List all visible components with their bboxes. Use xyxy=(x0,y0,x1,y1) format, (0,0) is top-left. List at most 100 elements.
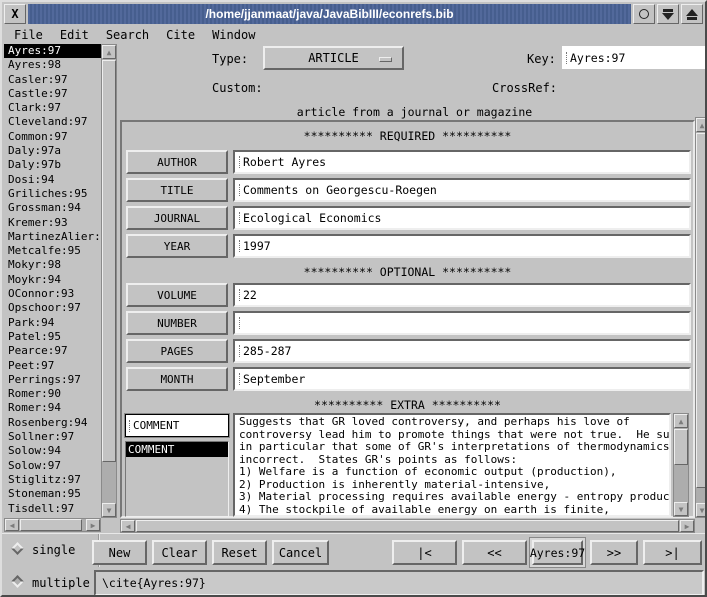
reference-list-item[interactable]: Solow:97 xyxy=(4,459,101,473)
form-hscrollbar-thumb[interactable] xyxy=(136,520,679,532)
journal-field-label[interactable]: JOURNAL xyxy=(126,206,228,230)
type-label: Type: xyxy=(212,52,248,66)
reference-list-item[interactable]: Park:94 xyxy=(4,316,101,330)
scroll-down-icon[interactable]: ▼ xyxy=(696,503,707,517)
scroll-up-icon[interactable]: ▲ xyxy=(674,414,688,428)
new-button[interactable]: New xyxy=(92,540,147,565)
reference-list-item[interactable]: Solow:94 xyxy=(4,444,101,458)
reference-list-item[interactable]: Castle:97 xyxy=(4,87,101,101)
extra-field-combo-input[interactable]: COMMENT xyxy=(125,414,229,437)
reference-list-item[interactable]: Casler:97 xyxy=(4,73,101,87)
reference-list-item[interactable]: OConnor:93 xyxy=(4,287,101,301)
reference-list-item[interactable]: Romer:94 xyxy=(4,401,101,415)
scroll-up-icon[interactable]: ▲ xyxy=(696,118,707,132)
reference-list-item[interactable]: Clark:97 xyxy=(4,101,101,115)
form-horizontal-scrollbar[interactable]: ◀ ▶ xyxy=(120,519,695,533)
scroll-up-icon[interactable]: ▲ xyxy=(102,45,116,59)
reference-list-item[interactable]: Romer:90 xyxy=(4,387,101,401)
pages-input[interactable]: 285-287 xyxy=(233,339,691,363)
reference-list-item[interactable]: Kremer:93 xyxy=(4,216,101,230)
reference-list-item[interactable]: Stiglitz:97 xyxy=(4,473,101,487)
nav-first-button[interactable]: |< xyxy=(392,540,457,565)
reference-list-item[interactable]: Stoneman:95 xyxy=(4,487,101,501)
year-input[interactable]: 1997 xyxy=(233,234,691,258)
menu-file[interactable]: File xyxy=(14,28,43,42)
reference-list-item[interactable]: Rosenberg:94 xyxy=(4,416,101,430)
multiple-radio[interactable] xyxy=(11,575,24,588)
scroll-left-icon[interactable]: ◀ xyxy=(5,519,19,531)
reference-list-item[interactable]: Perrings:97 xyxy=(4,373,101,387)
cancel-button[interactable]: Cancel xyxy=(272,540,329,565)
reference-list-item[interactable]: Ayres:97 xyxy=(4,44,101,58)
scroll-down-icon[interactable]: ▼ xyxy=(102,503,116,517)
clear-button[interactable]: Clear xyxy=(152,540,207,565)
type-option-menu[interactable]: ARTICLE xyxy=(263,46,404,70)
title-field-label[interactable]: TITLE xyxy=(126,178,228,202)
month-field-label[interactable]: MONTH xyxy=(126,367,228,391)
cite-command-input[interactable]: \cite{Ayres:97} xyxy=(94,570,704,596)
reference-list-item[interactable]: Cleveland:97 xyxy=(4,115,101,129)
textarea-scrollbar[interactable]: ▲ ▼ xyxy=(673,413,689,517)
reference-list-item[interactable]: Daly:97b xyxy=(4,158,101,172)
reference-list-item[interactable]: Pearce:97 xyxy=(4,344,101,358)
comment-textarea[interactable]: Suggests that GR loved controversy, and … xyxy=(233,413,671,517)
scroll-down-icon[interactable]: ▼ xyxy=(674,502,688,516)
window-menu-button[interactable] xyxy=(633,4,655,24)
window-shade-button[interactable] xyxy=(657,4,679,24)
pages-field-label[interactable]: PAGES xyxy=(126,339,228,363)
month-input[interactable]: September xyxy=(233,367,691,391)
multiple-radio-label[interactable]: multiple xyxy=(32,576,90,590)
menu-window[interactable]: Window xyxy=(212,28,255,42)
scroll-right-icon[interactable]: ▶ xyxy=(680,520,694,532)
reference-list-item[interactable]: Moykr:94 xyxy=(4,273,101,287)
window-maximize-button[interactable] xyxy=(681,4,703,24)
reference-list-item[interactable]: Opschoor:97 xyxy=(4,301,101,315)
text-cursor xyxy=(239,317,241,329)
scroll-right-icon[interactable]: ▶ xyxy=(86,519,100,531)
author-input[interactable]: Robert Ayres xyxy=(233,150,691,174)
nav-prev-button[interactable]: << xyxy=(462,540,527,565)
scroll-left-icon[interactable]: ◀ xyxy=(121,520,135,532)
reference-list-item[interactable]: Peet:97 xyxy=(4,359,101,373)
reference-list-item[interactable]: Dosi:94 xyxy=(4,173,101,187)
extra-field-list-item[interactable]: COMMENT xyxy=(126,442,228,457)
single-radio[interactable] xyxy=(11,542,24,555)
single-radio-label[interactable]: single xyxy=(32,543,75,557)
reset-button[interactable]: Reset xyxy=(212,540,267,565)
reference-list-item[interactable]: Sollner:97 xyxy=(4,430,101,444)
reference-list-item[interactable]: Common:97 xyxy=(4,130,101,144)
nav-last-button[interactable]: >| xyxy=(643,540,702,565)
key-input[interactable]: Ayres:97 xyxy=(562,46,705,69)
nav-next-button[interactable]: >> xyxy=(590,540,638,565)
title-input[interactable]: Comments on Georgescu-Roegen xyxy=(233,178,691,202)
reference-list-item[interactable]: Metcalfe:95 xyxy=(4,244,101,258)
menu-edit[interactable]: Edit xyxy=(60,28,89,42)
reference-list-item[interactable]: Grossman:94 xyxy=(4,201,101,215)
window-close-button[interactable]: X xyxy=(4,4,26,24)
year-field-label[interactable]: YEAR xyxy=(126,234,228,258)
list-horizontal-scrollbar[interactable]: ◀ ▶ xyxy=(4,518,101,532)
volume-field-label[interactable]: VOLUME xyxy=(126,283,228,307)
author-field-label[interactable]: AUTHOR xyxy=(126,150,228,174)
number-input[interactable] xyxy=(233,311,691,335)
window-title[interactable]: /home/jjanmaat/java/JavaBibIII/econrefs.… xyxy=(28,4,631,24)
menu-cite[interactable]: Cite xyxy=(166,28,195,42)
form-scrollbar-thumb[interactable] xyxy=(696,133,707,488)
volume-input[interactable]: 22 xyxy=(233,283,691,307)
nav-current-button[interactable]: Ayres:97 xyxy=(532,540,583,565)
reference-list-item[interactable]: Patel:95 xyxy=(4,330,101,344)
form-vertical-scrollbar[interactable]: ▲ ▼ xyxy=(695,117,707,518)
reference-list-item[interactable]: Tisdell:97 xyxy=(4,502,101,516)
reference-list-item[interactable]: MartinezAlier:9 xyxy=(4,230,101,244)
number-field-label[interactable]: NUMBER xyxy=(126,311,228,335)
reference-list-item[interactable]: Ayres:98 xyxy=(4,58,101,72)
reference-list-item[interactable]: Mokyr:98 xyxy=(4,258,101,272)
reference-list-item[interactable]: Daly:97a xyxy=(4,144,101,158)
reference-list-item[interactable]: Griliches:95 xyxy=(4,187,101,201)
journal-input[interactable]: Ecological Economics xyxy=(233,206,691,230)
menu-search[interactable]: Search xyxy=(106,28,149,42)
textarea-scrollbar-thumb[interactable] xyxy=(674,429,688,465)
list-vertical-scrollbar[interactable]: ▲ ▼ xyxy=(101,44,117,518)
list-hscrollbar-thumb[interactable] xyxy=(20,519,82,531)
list-scrollbar-thumb[interactable] xyxy=(102,60,116,462)
